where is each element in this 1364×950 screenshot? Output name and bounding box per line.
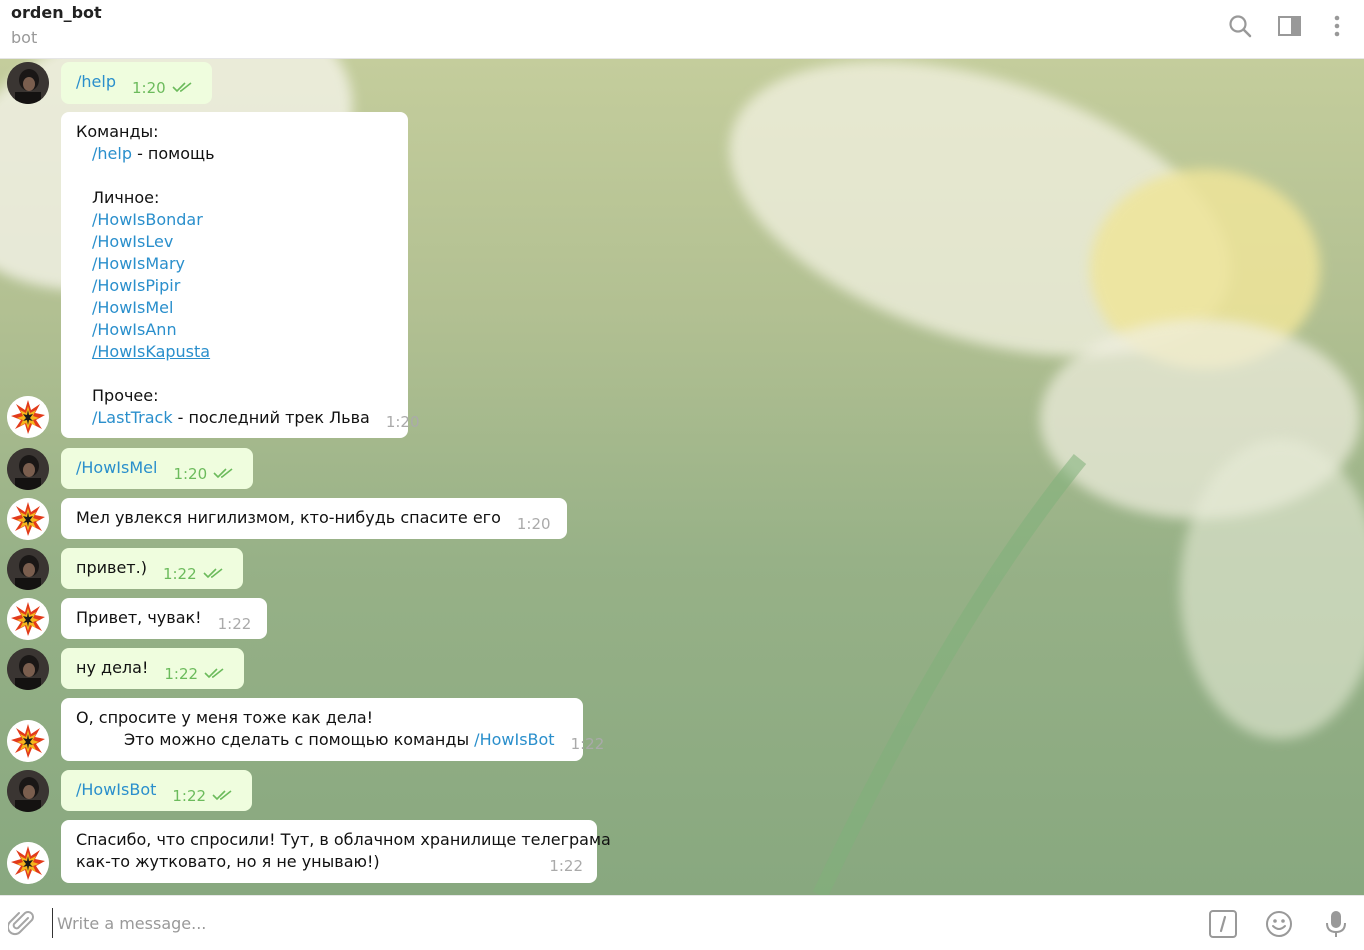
bot-avatar[interactable]	[7, 396, 49, 438]
message-input[interactable]	[52, 908, 1182, 938]
message-time: 1:22	[217, 615, 252, 633]
incoming-message: Привет, чувак! 1:22	[61, 598, 268, 639]
message-text: Спасибо, что спросили! Тут, в облачном х…	[76, 830, 611, 849]
message-text: ну дела!	[76, 658, 149, 677]
bot-avatar[interactable]	[7, 598, 49, 640]
outgoing-message: ну дела! 1:22	[61, 648, 245, 689]
message-time: 1:20	[385, 413, 420, 431]
search-icon[interactable]	[1226, 12, 1256, 42]
user-avatar[interactable]	[7, 448, 49, 490]
bot-avatar[interactable]	[7, 498, 49, 540]
message-text: Это можно сделать с помощью команды	[124, 730, 470, 749]
command-link[interactable]: /HowIsBondar	[92, 210, 203, 229]
command-link[interactable]: /HowIsMel	[76, 458, 157, 477]
command-link[interactable]: /HowIsBot	[474, 730, 554, 749]
incoming-message: О, спросите у меня тоже как дела! Это мо…	[61, 698, 604, 761]
command-link[interactable]: /HowIsMel	[92, 298, 173, 317]
double-check-icon	[203, 563, 227, 585]
command-link[interactable]: /HowIsPipir	[92, 276, 180, 295]
message-time: 1:22	[164, 665, 199, 683]
chat-title[interactable]: orden_bot	[11, 3, 102, 22]
outgoing-message: /help 1:20	[61, 62, 212, 104]
message-text: Привет, чувак!	[76, 608, 202, 627]
more-vertical-icon[interactable]	[1322, 12, 1352, 42]
double-check-icon	[172, 77, 196, 99]
lasttrack-command-link[interactable]: /LastTrack	[92, 408, 173, 427]
emoji-icon[interactable]	[1264, 909, 1294, 943]
user-avatar[interactable]	[7, 62, 49, 104]
message-time: 1:22	[162, 565, 197, 583]
paperclip-icon[interactable]	[6, 909, 36, 941]
incoming-message: Спасибо, что спросили! Тут, в облачном х…	[61, 820, 611, 883]
bot-avatar[interactable]	[7, 720, 49, 762]
double-check-icon	[213, 463, 237, 485]
chat-status: bot	[11, 28, 38, 47]
double-check-icon	[212, 785, 236, 807]
message-time: 1:20	[173, 465, 208, 483]
user-avatar[interactable]	[7, 548, 49, 590]
message-text: как-то жутковато, но я не унываю!)	[76, 852, 380, 871]
message-text: О, спросите у меня тоже как дела!	[76, 708, 374, 727]
command-link[interactable]: /HowIsKapusta	[92, 342, 210, 361]
bot-avatar[interactable]	[7, 842, 49, 884]
commands-icon[interactable]	[1208, 909, 1238, 943]
command-link[interactable]: /help	[76, 72, 116, 91]
lasttrack-desc: - последний трек Льва	[172, 408, 370, 427]
message-time: 1:20	[131, 79, 166, 97]
double-check-icon	[204, 663, 228, 685]
microphone-icon[interactable]	[1321, 909, 1351, 943]
help-command-desc: - помощь	[131, 144, 215, 163]
command-link[interactable]: /HowIsAnn	[92, 320, 177, 339]
message-composer	[0, 895, 1364, 950]
sidebar-toggle-icon[interactable]	[1275, 12, 1305, 42]
message-time: 1:22	[172, 787, 207, 805]
personal-title: Личное:	[92, 188, 160, 207]
commands-title: Команды:	[76, 122, 159, 141]
message-text: привет.)	[76, 558, 147, 577]
outgoing-message: привет.) 1:22	[61, 548, 243, 589]
user-avatar[interactable]	[7, 648, 49, 690]
outgoing-message: /HowIsBot 1:22	[61, 770, 253, 811]
message-time: 1:22	[570, 735, 605, 753]
incoming-message: Мел увлекся нигилизмом, кто-нибудь спаси…	[61, 498, 567, 539]
command-link[interactable]: /HowIsLev	[92, 232, 173, 251]
command-link[interactable]: /HowIsBot	[76, 780, 156, 799]
message-text: Мел увлекся нигилизмом, кто-нибудь спаси…	[76, 508, 501, 527]
message-time: 1:22	[549, 857, 583, 875]
help-message: Команды: /help - помощь Личное: /HowIsBo…	[61, 112, 420, 438]
help-command-link[interactable]: /help	[92, 144, 132, 163]
chat-header: orden_bot bot	[0, 0, 1364, 59]
outgoing-message: /HowIsMel 1:20	[61, 448, 254, 489]
chat-background: /help 1:20 Команды: /help - помощь Личное…	[0, 59, 1364, 895]
message-time: 1:20	[516, 515, 551, 533]
user-avatar[interactable]	[7, 770, 49, 812]
command-link[interactable]: /HowIsMary	[92, 254, 185, 273]
other-title: Прочее:	[92, 386, 159, 405]
